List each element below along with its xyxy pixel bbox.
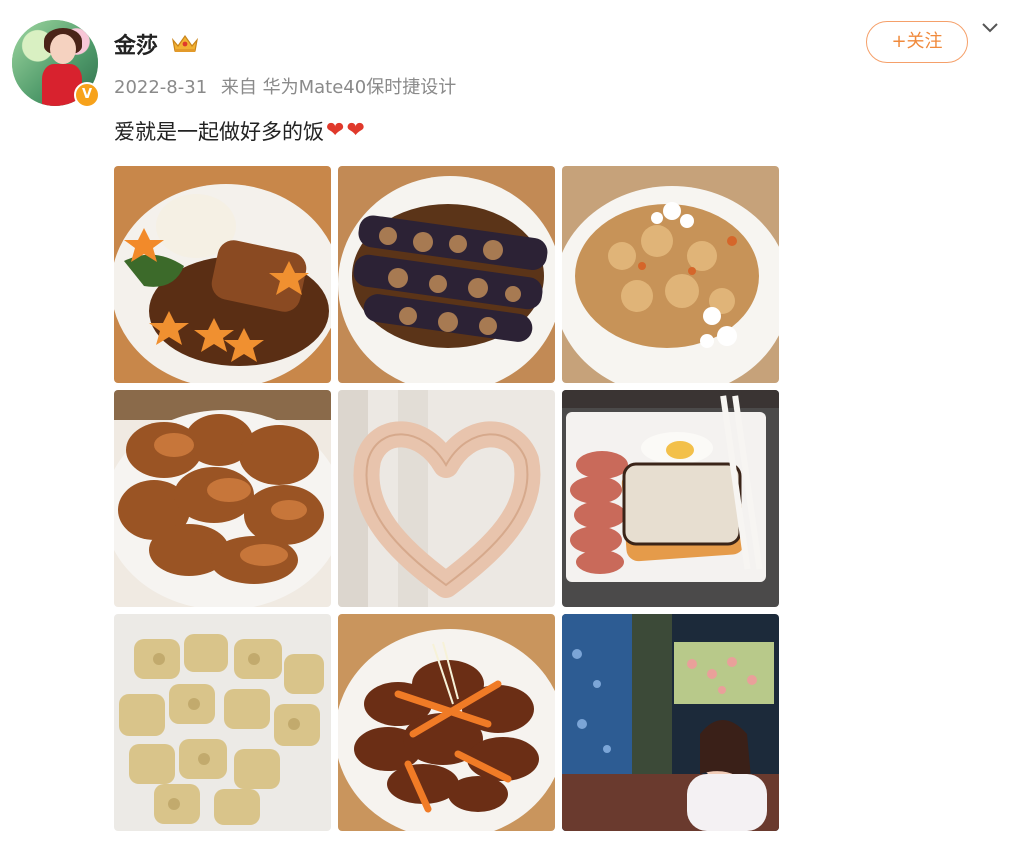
verified-badge-icon: V xyxy=(74,82,100,108)
photo-fried-chicken[interactable] xyxy=(114,390,331,607)
photo-stir-fried-beef[interactable] xyxy=(338,614,555,831)
post-date: 2022-8-31 xyxy=(114,77,208,98)
photo-fried-rice[interactable] xyxy=(562,166,779,383)
post-text-body: 爱就是一起做好多的饭 xyxy=(114,120,324,144)
heart-icon: ❤ xyxy=(346,118,365,143)
post-text: 爱就是一起做好多的饭 ❤ ❤ xyxy=(114,116,365,146)
photo-fried-tofu[interactable] xyxy=(114,614,331,831)
photo-eggplant-dish[interactable] xyxy=(338,166,555,383)
photo-toast-breakfast[interactable] xyxy=(562,390,779,607)
chevron-down-icon[interactable] xyxy=(980,18,1000,38)
photo-steak-plate[interactable] xyxy=(114,166,331,383)
crown-icon xyxy=(172,34,198,52)
post-source: 来自 华为Mate40保时捷设计 xyxy=(220,77,457,98)
heart-icon: ❤ xyxy=(326,118,345,143)
user-name[interactable]: 金莎 xyxy=(114,28,158,60)
photo-heart-hands[interactable] xyxy=(338,390,555,607)
post-meta: 2022-8-31 来自 华为Mate40保时捷设计 xyxy=(114,73,456,99)
follow-button[interactable]: +关注 xyxy=(866,21,968,63)
image-grid xyxy=(114,166,780,832)
photo-aquarium-selfie[interactable] xyxy=(562,614,779,831)
